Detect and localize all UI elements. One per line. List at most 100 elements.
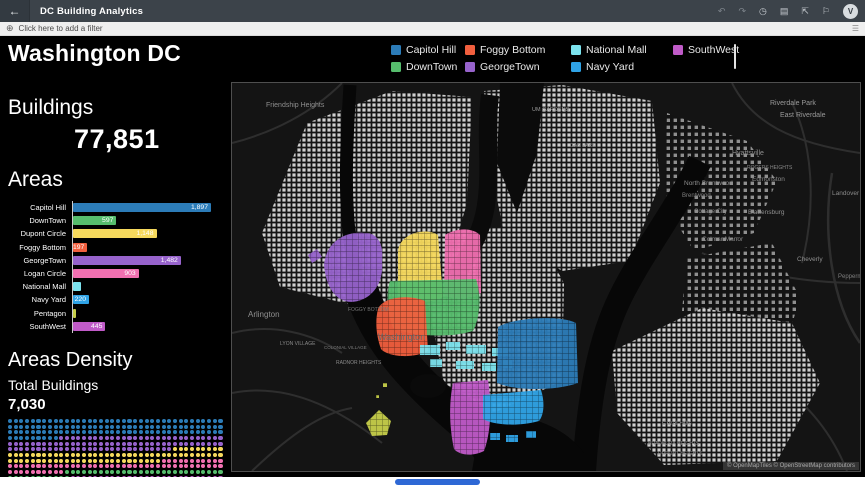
bar-row[interactable]: Foggy Bottom 197 (19, 241, 231, 254)
density-dot (155, 464, 160, 469)
bar[interactable]: 1,482 (73, 255, 181, 265)
density-dot (184, 441, 189, 446)
density-dot (127, 441, 132, 446)
density-dot (47, 453, 52, 458)
legend-item[interactable]: Foggy Bottom (465, 44, 571, 56)
filter-bar[interactable]: ⊕ Click here to add a filter ☰ (0, 22, 865, 36)
legend-item[interactable]: National Mall (571, 44, 673, 56)
areas-bar-chart[interactable]: Capitol Hill 1,897 DownTown 597 Dupont Circl… (8, 201, 231, 333)
density-dot (25, 458, 30, 463)
density-dot (76, 458, 81, 463)
density-dot (127, 435, 132, 441)
density-dot (207, 453, 212, 458)
density-dot (30, 447, 35, 452)
density-dot (87, 435, 92, 441)
bar-row[interactable]: Pentagon (34, 307, 231, 320)
density-dot (87, 458, 92, 463)
density-dot (178, 453, 183, 458)
bar[interactable]: 1,148 (73, 229, 157, 239)
bar[interactable]: 220 (73, 295, 89, 305)
legend-swatch (465, 45, 475, 55)
legend-item[interactable]: GeorgeTown (465, 61, 571, 73)
density-dot (19, 441, 24, 446)
back-button[interactable]: ← (0, 0, 30, 22)
bar-row[interactable]: Navy Yard 220 (32, 293, 231, 306)
bar[interactable]: 1,897 (73, 203, 211, 213)
density-dot (167, 418, 172, 423)
density-dot (110, 435, 115, 441)
density-dot (81, 430, 87, 435)
density-dot (184, 470, 189, 475)
density-dot (212, 424, 217, 429)
density-dot (64, 424, 69, 429)
density-dot (87, 447, 92, 452)
density-dot (150, 418, 155, 423)
undo-icon[interactable]: ↶ (718, 0, 726, 22)
density-dot (76, 453, 81, 458)
density-dot (87, 441, 92, 446)
density-dot (81, 435, 87, 441)
history-icon[interactable]: ◷ (759, 0, 767, 22)
density-dot (178, 435, 183, 441)
funnel-icon[interactable]: ☰ (852, 24, 859, 33)
bar-row[interactable]: National Mall (23, 280, 231, 293)
export-icon[interactable]: ⇱ (801, 0, 809, 22)
map-place-label: BRADBURY HEIGHTS (648, 441, 700, 447)
avatar[interactable]: V (843, 3, 858, 19)
bar-row[interactable]: DownTown 597 (29, 214, 231, 227)
legend-item[interactable]: Navy Yard (571, 61, 673, 73)
bar-row[interactable]: Logan Circle 903 (24, 267, 231, 280)
density-dot (121, 447, 126, 452)
bar[interactable] (73, 308, 76, 318)
density-dot (59, 453, 64, 458)
redo-icon[interactable]: ↷ (738, 0, 746, 22)
legend-swatch (571, 62, 581, 72)
map-place-label: GAN PARK (570, 143, 596, 149)
density-dot (178, 447, 183, 452)
density-dot (47, 430, 52, 435)
bar[interactable]: 445 (73, 321, 106, 331)
bar-row[interactable]: Dupont Circle 1,148 (21, 227, 231, 240)
bar[interactable] (73, 282, 81, 292)
density-dot (93, 470, 98, 475)
legend-item[interactable]: SouthWest (673, 44, 761, 56)
density-dot (144, 447, 149, 452)
legend-item[interactable]: DownTown (391, 61, 465, 73)
density-dot (13, 418, 18, 423)
bookmark-icon[interactable]: ⚐ (822, 0, 830, 22)
density-dot (144, 418, 149, 423)
density-dot (36, 418, 41, 423)
density-dot (133, 430, 138, 435)
bar[interactable]: 197 (73, 242, 88, 252)
density-dot (110, 418, 115, 423)
density-dot (36, 435, 41, 441)
bar-row[interactable]: SouthWest 445 (29, 320, 231, 333)
density-dot (93, 453, 98, 458)
bar-track: 1,148 (73, 229, 231, 239)
density-dot (42, 441, 47, 446)
density-dot (93, 441, 98, 446)
density-dot (155, 441, 160, 446)
density-dot (19, 418, 24, 423)
legend-item[interactable]: Capitol Hill (391, 44, 465, 56)
density-dot (190, 458, 195, 463)
taskbar-indicator[interactable] (395, 479, 480, 485)
density-dot (190, 418, 195, 423)
density-header: Areas Density (8, 348, 133, 371)
bar-track: 597 (73, 216, 231, 226)
bar-value-label: 1,482 (160, 256, 178, 264)
map[interactable]: Friendship Heights UM GARDENS GAN PARK Rive… (231, 82, 861, 472)
bar[interactable]: 597 (73, 216, 117, 226)
legend-swatch (391, 45, 401, 55)
legend-label: GeorgeTown (480, 61, 540, 73)
bar[interactable]: 903 (73, 269, 139, 279)
density-dot (218, 441, 223, 446)
density-dot (172, 430, 178, 435)
density-dot (161, 441, 166, 446)
notes-icon[interactable]: ▤ (780, 0, 789, 22)
bar-row[interactable]: GeorgeTown 1,482 (23, 254, 231, 267)
bar-row[interactable]: Capitol Hill 1,897 (30, 201, 231, 214)
density-dot (93, 418, 98, 423)
legend-scrollbar[interactable] (734, 44, 736, 69)
density-dot (81, 470, 87, 475)
